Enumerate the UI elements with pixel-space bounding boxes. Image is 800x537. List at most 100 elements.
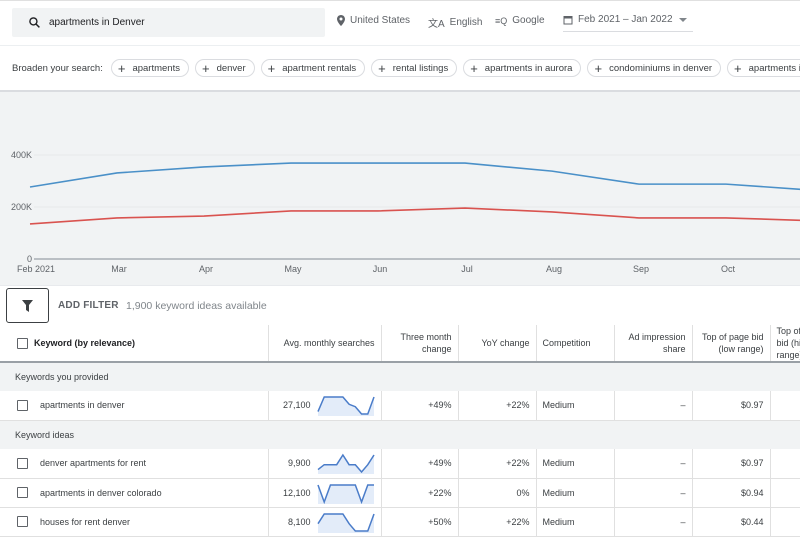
trend-sparkline [317, 453, 375, 475]
top-bid-low-cell: $0.97 [692, 449, 771, 478]
row-checkbox-cell[interactable] [0, 449, 28, 478]
broaden-chip[interactable]: + denver [194, 59, 255, 77]
broaden-chip[interactable]: + apartments [110, 59, 189, 77]
avg-searches-cell: 27,100 [268, 391, 382, 420]
chip-label: rental listings [392, 62, 449, 74]
top-bid-high-cell [770, 478, 800, 507]
search-settings-bar: apartments in Denver United States 文A En… [0, 0, 800, 45]
broaden-search-bar: Broaden your search: + apartments + denver… [0, 45, 800, 90]
plus-icon: + [117, 60, 126, 76]
chevron-down-icon [679, 18, 687, 22]
search-icon [29, 17, 40, 28]
x-tick-label: Aug [546, 264, 562, 274]
plus-icon: + [470, 60, 478, 76]
x-tick-label: Apr [199, 264, 213, 274]
keyword-ideas-count: 1,900 keyword ideas available [126, 300, 267, 312]
col-three-month-change[interactable]: Three month change [381, 325, 459, 362]
chip-label: apartment rentals [282, 62, 357, 74]
select-all-checkbox-cell[interactable] [0, 325, 28, 362]
series-line-mobile-searches [29, 207, 800, 225]
three-month-change-cell: +22% [381, 478, 459, 507]
col-avg-monthly-searches[interactable]: Avg. monthly searches [268, 325, 382, 362]
chip-label: apartments in aurora [484, 62, 573, 74]
competition-cell: Medium [536, 449, 615, 478]
search-query: apartments in Denver [49, 17, 145, 28]
series-line-total-searches [29, 162, 800, 191]
broaden-label: Broaden your search: [12, 62, 103, 74]
chip-label: denver [216, 62, 246, 74]
row-checkbox-cell[interactable] [0, 478, 28, 507]
location-selector[interactable]: United States [337, 15, 410, 26]
yoy-change-cell: +22% [458, 449, 537, 478]
broaden-chip[interactable]: + condominiums in denver [587, 59, 722, 77]
plus-icon: + [378, 60, 386, 76]
row-checkbox[interactable] [17, 399, 28, 411]
y-tick-label: 400K [11, 150, 32, 160]
plus-icon: + [734, 60, 742, 76]
x-tick-label: Oct [721, 264, 736, 274]
top-bid-high-cell [770, 449, 800, 478]
top-bid-low-cell: $0.97 [692, 391, 771, 420]
competition-cell: Medium [536, 478, 615, 507]
row-checkbox[interactable] [17, 487, 28, 499]
col-top-bid-high[interactable]: Top of page bid (high range) [770, 325, 800, 362]
date-range-selector[interactable]: Feb 2021 – Jan 2022 [563, 8, 693, 32]
table-row[interactable]: apartments in denver colorado 12,100 +22% 0… [0, 478, 800, 507]
group-row-ideas: Keyword ideas [0, 420, 800, 449]
table-header-row: Keyword (by relevance) Avg. monthly sear… [0, 325, 800, 362]
network-label: Google [512, 15, 545, 26]
avg-searches-value: 12,100 [282, 487, 311, 498]
trend-sparkline [316, 396, 375, 417]
x-tick-label: Jun [373, 264, 388, 274]
avg-searches-cell: 8,100 [268, 507, 382, 536]
col-keyword[interactable]: Keyword (by relevance) [28, 325, 269, 362]
add-filter-link[interactable]: ADD FILTER [58, 300, 119, 311]
row-checkbox-cell[interactable] [0, 507, 28, 536]
avg-searches-value: 9,900 [287, 458, 311, 469]
broaden-chip[interactable]: + rental listings [371, 59, 458, 77]
location-label: United States [350, 15, 411, 26]
search-network-icon: ≡Q [495, 15, 508, 26]
row-checkbox[interactable] [17, 516, 28, 528]
x-tick-label: Feb 2021 [17, 264, 55, 274]
filter-button[interactable] [6, 288, 49, 323]
top-bid-high-cell [770, 507, 800, 536]
table-row[interactable]: denver apartments for rent 9,900 +49% +22% M… [0, 449, 800, 478]
competition-cell: Medium [536, 507, 615, 536]
network-selector[interactable]: ≡Q Google [495, 15, 545, 26]
broaden-chip[interactable]: + apartments in aurora [463, 59, 582, 77]
keyword-cell: houses for rent denver [28, 507, 269, 536]
select-all-checkbox[interactable] [17, 338, 28, 350]
col-top-bid-low[interactable]: Top of page bid (low range) [692, 325, 771, 362]
language-selector[interactable]: 文A English [428, 15, 482, 30]
ad-impression-share-cell: – [614, 478, 693, 507]
plus-icon: + [594, 60, 603, 76]
row-checkbox[interactable] [17, 457, 28, 469]
chart-svg: 0 200K 400K Feb 2021 Mar Apr May Jun Jul Aug Sep Oc… [11, 150, 800, 274]
broaden-chip[interactable]: + apartments in la [727, 59, 800, 77]
group-row-provided: Keywords you provided [0, 362, 800, 391]
ad-impression-share-cell: – [614, 391, 693, 420]
x-tick-label: Sep [633, 264, 649, 274]
col-competition[interactable]: Competition [536, 325, 615, 362]
table-row[interactable]: houses for rent denver 8,100 +50% +22% Mediu… [0, 507, 800, 536]
col-ad-impression-share[interactable]: Ad impression share [614, 325, 693, 362]
table-row[interactable]: apartments in denver 27,100 +49% +22% Medium… [0, 391, 800, 420]
col-yoy-change[interactable]: YoY change [458, 325, 537, 362]
x-tick-label: Mar [111, 264, 127, 274]
location-pin-icon [337, 15, 345, 26]
sparkline-area [317, 513, 374, 533]
calendar-icon [563, 15, 573, 24]
y-tick-label: 200K [11, 202, 32, 212]
trend-sparkline [316, 512, 375, 533]
row-checkbox-cell[interactable] [0, 391, 28, 420]
language-label: English [449, 17, 483, 28]
top-bid-low-cell: $0.94 [692, 478, 771, 507]
keyword-cell: apartments in denver colorado [28, 478, 269, 507]
filter-icon [22, 299, 33, 312]
broaden-chip[interactable]: + apartment rentals [260, 59, 366, 77]
keyword-search-input[interactable]: apartments in Denver [12, 8, 325, 37]
avg-searches-cell: 9,900 [268, 449, 382, 478]
yoy-change-cell: 0% [458, 478, 537, 507]
avg-searches-value: 27,100 [282, 400, 311, 411]
